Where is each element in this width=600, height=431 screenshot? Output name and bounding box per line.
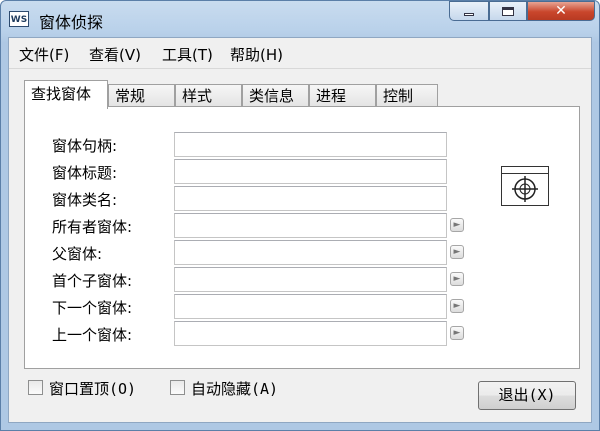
menu-file[interactable]: 文件(F) xyxy=(19,44,69,65)
next-window-label: 下一个窗体: xyxy=(52,299,133,317)
menu-view[interactable]: 查看(V) xyxy=(89,44,141,65)
app-window: WS 窗体侦探 ✕ 文件(F) 查看(V) 工具(T) 帮助(H) 查找窗体 常… xyxy=(0,0,600,431)
minimize-button[interactable] xyxy=(449,1,489,21)
next-window-field[interactable] xyxy=(174,294,447,319)
next-window-go-button[interactable]: ► xyxy=(450,299,464,313)
title-field[interactable] xyxy=(174,159,447,184)
window-title: 窗体侦探 xyxy=(39,13,104,32)
maximize-button[interactable] xyxy=(489,1,527,21)
tab-control[interactable]: 控制 xyxy=(376,84,438,107)
parent-label: 父窗体: xyxy=(52,245,103,263)
menu-bar: 文件(F) 查看(V) 工具(T) 帮助(H) xyxy=(9,38,591,69)
menu-help[interactable]: 帮助(H) xyxy=(230,44,283,65)
tab-find-window[interactable]: 查找窗体 xyxy=(24,80,108,109)
always-on-top-checkbox[interactable] xyxy=(28,380,43,395)
first-child-go-button[interactable]: ► xyxy=(450,272,464,286)
exit-button[interactable]: 退出(X) xyxy=(478,381,576,410)
class-name-field[interactable] xyxy=(174,186,447,211)
owner-label: 所有者窗体: xyxy=(52,218,133,236)
crosshair-finder-icon xyxy=(512,176,538,202)
tab-general[interactable]: 常规 xyxy=(108,84,175,107)
title-bar[interactable]: WS 窗体侦探 ✕ xyxy=(1,1,599,37)
tab-class-info[interactable]: 类信息 xyxy=(242,84,309,107)
parent-field[interactable] xyxy=(174,240,447,265)
prev-window-label: 上一个窗体: xyxy=(52,326,133,344)
ws-app-icon: WS xyxy=(9,11,29,27)
auto-hide-checkbox[interactable] xyxy=(170,380,185,395)
always-on-top-label[interactable]: 窗口置顶(O) xyxy=(49,378,136,399)
owner-field[interactable] xyxy=(174,213,447,238)
auto-hide-label[interactable]: 自动隐藏(A) xyxy=(191,378,278,399)
tab-process[interactable]: 进程 xyxy=(309,84,376,107)
arrow-right-icon: ► xyxy=(453,328,461,338)
prev-window-go-button[interactable]: ► xyxy=(450,326,464,340)
arrow-right-icon: ► xyxy=(453,274,461,284)
arrow-right-icon: ► xyxy=(453,301,461,311)
first-child-field[interactable] xyxy=(174,267,447,292)
menu-tools[interactable]: 工具(T) xyxy=(162,44,213,65)
close-icon: ✕ xyxy=(555,3,567,19)
handle-field[interactable] xyxy=(174,132,447,157)
close-button[interactable]: ✕ xyxy=(527,1,595,21)
tab-style[interactable]: 样式 xyxy=(175,84,242,107)
parent-go-button[interactable]: ► xyxy=(450,245,464,259)
class-name-label: 窗体类名: xyxy=(52,191,118,209)
arrow-right-icon: ► xyxy=(453,220,461,230)
handle-label: 窗体句柄: xyxy=(52,137,118,155)
maximize-icon xyxy=(502,6,514,16)
find-window-panel: 窗体句柄: 窗体标题: 窗体类名: 所有者窗体: ► 父窗体: ► 首个子窗体:… xyxy=(24,106,580,369)
arrow-right-icon: ► xyxy=(453,247,461,257)
first-child-label: 首个子窗体: xyxy=(52,272,133,290)
title-label: 窗体标题: xyxy=(52,164,118,182)
window-finder-tool[interactable] xyxy=(501,166,549,206)
client-area: 文件(F) 查看(V) 工具(T) 帮助(H) 查找窗体 常规 样式 类信息 进… xyxy=(8,37,592,423)
owner-go-button[interactable]: ► xyxy=(450,218,464,232)
minimize-icon xyxy=(464,12,474,16)
prev-window-field[interactable] xyxy=(174,321,447,346)
